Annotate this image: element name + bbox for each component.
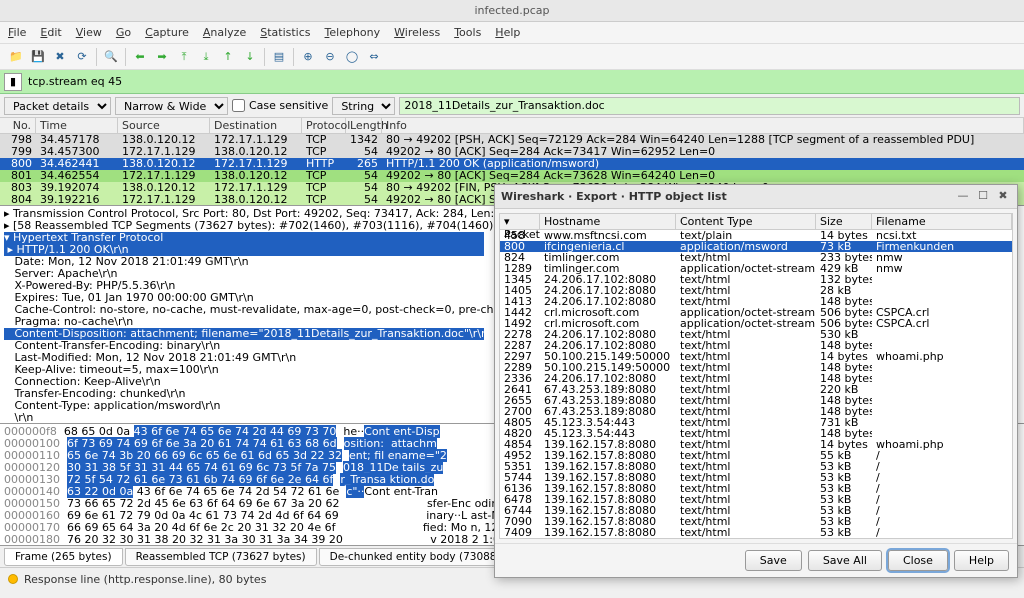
go-last-icon[interactable]: ⤓: [196, 47, 216, 67]
http-object-row[interactable]: 228950.100.215.149:50000text/html148 byt…: [500, 362, 1012, 373]
go-fwd-icon[interactable]: ➡: [152, 47, 172, 67]
menu-tools[interactable]: Tools: [454, 26, 481, 39]
go-first-icon[interactable]: ⤒: [174, 47, 194, 67]
minimize-icon[interactable]: —: [955, 189, 971, 205]
packet-row[interactable]: 80034.462441138.0.120.12172.17.1.129HTTP…: [0, 158, 1024, 170]
column-header[interactable]: Source: [118, 118, 210, 133]
close-icon[interactable]: ✖: [50, 47, 70, 67]
http-object-row[interactable]: 800ifcingenieria.clapplication/msword73 …: [500, 241, 1012, 252]
http-object-row[interactable]: 458www.msftncsi.comtext/plain14 bytesncs…: [500, 230, 1012, 241]
menu-wireless[interactable]: Wireless: [394, 26, 440, 39]
open-icon[interactable]: 📁: [6, 47, 26, 67]
export-http-objects-dialog: Wireshark · Export · HTTP object list — …: [494, 184, 1018, 578]
http-object-row[interactable]: 264167.43.253.189:8080text/html220 kB: [500, 384, 1012, 395]
menubar: File Edit View Go Capture Analyze Statistics Te…: [0, 22, 1024, 44]
http-object-row[interactable]: 4854139.162.157.8:8080text/html14 bytesw…: [500, 439, 1012, 450]
main-toolbar: 📁 💾 ✖ ⟳ 🔍 ⬅ ➡ ⤒ ⤓ ↑ ↓ ▤ ⊕ ⊖ ◯ ⇔: [0, 44, 1024, 70]
menu-view[interactable]: View: [76, 26, 102, 39]
http-object-row[interactable]: 141324.206.17.102:8080text/html148 bytes: [500, 296, 1012, 307]
http-object-row[interactable]: 6136139.162.157.8:8080text/html53 kB/: [500, 483, 1012, 494]
http-object-row[interactable]: 4952139.162.157.8:8080text/html55 kB/: [500, 450, 1012, 461]
object-column-header[interactable]: Size: [816, 214, 872, 229]
http-object-row[interactable]: 1442crl.microsoft.comapplication/octet-s…: [500, 307, 1012, 318]
http-object-row[interactable]: 6478139.162.157.8:8080text/html53 kB/: [500, 494, 1012, 505]
http-object-row[interactable]: 233624.206.17.102:8080text/html148 bytes: [500, 373, 1012, 384]
http-object-row[interactable]: 134524.206.17.102:8080text/html132 bytes: [500, 274, 1012, 285]
http-object-row[interactable]: 5744139.162.157.8:8080text/html53 kB/: [500, 472, 1012, 483]
http-object-row[interactable]: 1289timlinger.comapplication/octet-strea…: [500, 263, 1012, 274]
menu-telephony[interactable]: Telephony: [325, 26, 381, 39]
save-icon[interactable]: 💾: [28, 47, 48, 67]
display-filter-bar: ▮: [0, 70, 1024, 94]
find-scope-select[interactable]: Packet details: [4, 97, 111, 115]
object-column-header[interactable]: Hostname: [540, 214, 676, 229]
column-header[interactable]: Destination: [210, 118, 302, 133]
http-object-row[interactable]: 5351139.162.157.8:8080text/html53 kB/: [500, 461, 1012, 472]
http-object-row[interactable]: 824timlinger.comtext/html233 bytesnmw: [500, 252, 1012, 263]
autoscroll-icon[interactable]: ▤: [269, 47, 289, 67]
reload-icon[interactable]: ⟳: [72, 47, 92, 67]
http-object-row[interactable]: 140524.206.17.102:8080text/html28 kB: [500, 285, 1012, 296]
http-object-row[interactable]: 7090139.162.157.8:8080text/html53 kB/: [500, 516, 1012, 527]
http-object-list[interactable]: ▾ PacketHostnameContent TypeSizeFilename…: [499, 213, 1013, 539]
expert-info-icon[interactable]: [8, 574, 18, 584]
menu-statistics[interactable]: Statistics: [260, 26, 310, 39]
find-input[interactable]: [399, 97, 1020, 115]
column-header[interactable]: Info: [382, 118, 1024, 133]
resize-cols-icon[interactable]: ⇔: [364, 47, 384, 67]
menu-analyze[interactable]: Analyze: [203, 26, 246, 39]
go-down-icon[interactable]: ↓: [240, 47, 260, 67]
go-up-icon[interactable]: ↑: [218, 47, 238, 67]
packet-row[interactable]: 79934.457300172.17.1.129138.0.120.12TCP5…: [0, 146, 1024, 158]
status-text: Response line (http.response.line), 80 b…: [24, 573, 266, 586]
close-dialog-icon[interactable]: ✖: [995, 189, 1011, 205]
find-type-select[interactable]: String: [332, 97, 395, 115]
http-object-row[interactable]: 227824.206.17.102:8080text/html530 kB: [500, 329, 1012, 340]
case-sensitive-label: Case sensitive: [249, 99, 328, 112]
case-sensitive-checkbox[interactable]: [232, 99, 245, 112]
http-object-row[interactable]: 7716139.162.157.8:8080text/html53 kB/: [500, 538, 1012, 539]
help-button[interactable]: Help: [954, 550, 1009, 571]
dialog-title: Wireshark · Export · HTTP object list: [501, 190, 951, 203]
column-header[interactable]: No.: [0, 118, 36, 133]
close-button[interactable]: Close: [888, 550, 948, 571]
zoom-out-icon[interactable]: ⊖: [320, 47, 340, 67]
object-column-header[interactable]: Filename: [872, 214, 1012, 229]
bytes-tab[interactable]: Frame (265 bytes): [4, 548, 123, 566]
find-icon[interactable]: 🔍: [101, 47, 121, 67]
column-header[interactable]: Protocol: [302, 118, 346, 133]
filter-bookmark-icon[interactable]: ▮: [4, 73, 22, 91]
maximize-icon[interactable]: ☐: [975, 189, 991, 205]
http-object-row[interactable]: 482045.123.3.54:443text/html148 bytes: [500, 428, 1012, 439]
column-header[interactable]: Length: [346, 118, 382, 133]
http-object-row[interactable]: 6744139.162.157.8:8080text/html53 kB/: [500, 505, 1012, 516]
bytes-tab[interactable]: Reassembled TCP (73627 bytes): [125, 548, 317, 566]
http-object-row[interactable]: 270067.43.253.189:8080text/html148 bytes: [500, 406, 1012, 417]
object-column-header[interactable]: ▾ Packet: [500, 214, 540, 229]
packet-row[interactable]: 79834.457178138.0.120.12172.17.1.129TCP1…: [0, 134, 1024, 146]
packet-row[interactable]: 80134.462554172.17.1.129138.0.120.12TCP5…: [0, 170, 1024, 182]
http-object-row[interactable]: 228724.206.17.102:8080text/html148 bytes: [500, 340, 1012, 351]
find-width-select[interactable]: Narrow & Wide: [115, 97, 228, 115]
find-bar: Packet details Narrow & Wide Case sensit…: [0, 94, 1024, 118]
menu-help[interactable]: Help: [495, 26, 520, 39]
window-title: infected.pcap: [0, 0, 1024, 22]
http-object-row[interactable]: 7409139.162.157.8:8080text/html53 kB/: [500, 527, 1012, 538]
menu-capture[interactable]: Capture: [145, 26, 189, 39]
http-object-row[interactable]: 265567.43.253.189:8080text/html148 bytes: [500, 395, 1012, 406]
column-header[interactable]: Time: [36, 118, 118, 133]
zoom-reset-icon[interactable]: ◯: [342, 47, 362, 67]
http-object-row[interactable]: 229750.100.215.149:50000text/html14 byte…: [500, 351, 1012, 362]
save-all-button[interactable]: Save All: [808, 550, 882, 571]
http-object-row[interactable]: 480545.123.3.54:443text/html731 kB: [500, 417, 1012, 428]
object-column-header[interactable]: Content Type: [676, 214, 816, 229]
menu-file[interactable]: File: [8, 26, 26, 39]
go-back-icon[interactable]: ⬅: [130, 47, 150, 67]
http-object-row[interactable]: 1492crl.microsoft.comapplication/octet-s…: [500, 318, 1012, 329]
display-filter-input[interactable]: [26, 73, 1020, 90]
save-button[interactable]: Save: [745, 550, 802, 571]
menu-go[interactable]: Go: [116, 26, 131, 39]
menu-edit[interactable]: Edit: [40, 26, 61, 39]
zoom-in-icon[interactable]: ⊕: [298, 47, 318, 67]
